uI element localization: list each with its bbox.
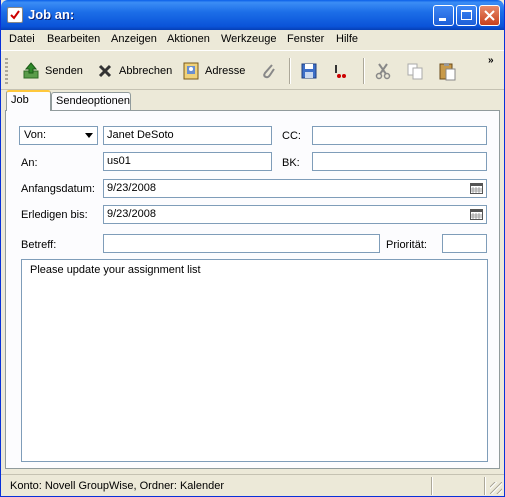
clipboard-paste-icon [437,61,457,81]
cancel-label: Abbrechen [119,65,173,77]
toolbar-separator [289,58,291,84]
send-button[interactable]: Senden [21,57,83,85]
status-bar: Konto: Novell GroupWise, Ordner: Kalende… [1,474,504,496]
scissors-icon [373,61,393,81]
resize-grip[interactable] [490,482,502,494]
chevron-down-icon [85,133,93,138]
due-date-label: Erledigen bis: [21,209,88,221]
tab-job[interactable]: Job [6,90,51,111]
start-date-value: 9/23/2008 [107,182,156,194]
save-button[interactable] [299,57,323,85]
paste-button[interactable] [437,57,461,85]
menu-werkzeuge[interactable]: Werkzeuge [221,33,276,45]
attach-button[interactable] [259,57,283,85]
copy-icon [405,61,425,81]
minimize-button[interactable] [433,5,454,26]
spell-check-button[interactable] [331,57,355,85]
menu-anzeigen[interactable]: Anzeigen [111,33,157,45]
address-label: Adresse [205,65,246,77]
address-book-icon [181,61,201,81]
toolbar: Senden Abbrechen Adresse » [1,50,504,90]
due-date-field[interactable]: 9/23/2008 [103,205,487,224]
message-body[interactable]: Please update your assignment list [21,259,488,462]
spell-check-icon [331,61,351,81]
cc-label: CC: [282,130,301,142]
menu-fenster[interactable]: Fenster [287,33,324,45]
send-icon [21,61,41,81]
menu-bar: Datei Bearbeiten Anzeigen Aktionen Werkz… [1,30,504,49]
from-select[interactable]: Von: [19,126,98,145]
cut-button[interactable] [373,57,397,85]
from-field[interactable]: Janet DeSoto [103,126,272,145]
bc-field[interactable] [312,152,487,171]
start-date-label: Anfangsdatum: [21,183,95,195]
maximize-button[interactable] [456,5,477,26]
job-window: Job an: Datei Bearbeiten Anzeigen Aktion… [0,0,505,497]
toolbar-more-chevron[interactable]: » [488,55,494,66]
due-date-value: 9/23/2008 [107,208,156,220]
paperclip-icon [259,61,279,81]
cancel-x-icon [95,61,115,81]
menu-datei[interactable]: Datei [9,33,35,45]
save-disk-icon [299,61,319,81]
copy-button[interactable] [405,57,429,85]
start-date-field[interactable]: 9/23/2008 [103,179,487,198]
title-bar: Job an: [1,0,504,30]
subject-field[interactable] [103,234,380,253]
calendar-icon[interactable] [470,209,483,220]
menu-hilfe[interactable]: Hilfe [336,33,358,45]
from-select-value: Von: [24,129,47,141]
to-label: An: [21,157,38,169]
window-title: Job an: [28,7,75,22]
status-text: Konto: Novell GroupWise, Ordner: Kalende… [10,480,224,492]
to-field[interactable]: us01 [103,152,272,171]
subject-label: Betreff: [21,239,57,251]
menu-bearbeiten[interactable]: Bearbeiten [47,33,100,45]
calendar-icon[interactable] [470,183,483,194]
status-divider [484,477,486,495]
toolbar-grip[interactable] [5,58,8,84]
cancel-button[interactable]: Abbrechen [95,57,172,85]
cc-field[interactable] [312,126,487,145]
toolbar-separator [363,58,365,84]
status-divider [431,477,433,495]
message-text: Please update your assignment list [30,264,201,276]
priority-field[interactable] [442,234,487,253]
close-button[interactable] [479,5,500,26]
address-button[interactable]: Adresse [181,57,245,85]
task-check-icon [7,7,23,23]
tab-sendeoptionen[interactable]: Sendeoptionen [51,92,131,110]
send-label: Senden [45,65,83,77]
bc-label: BK: [282,157,300,169]
menu-aktionen[interactable]: Aktionen [167,33,210,45]
priority-label: Priorität: [386,239,427,251]
